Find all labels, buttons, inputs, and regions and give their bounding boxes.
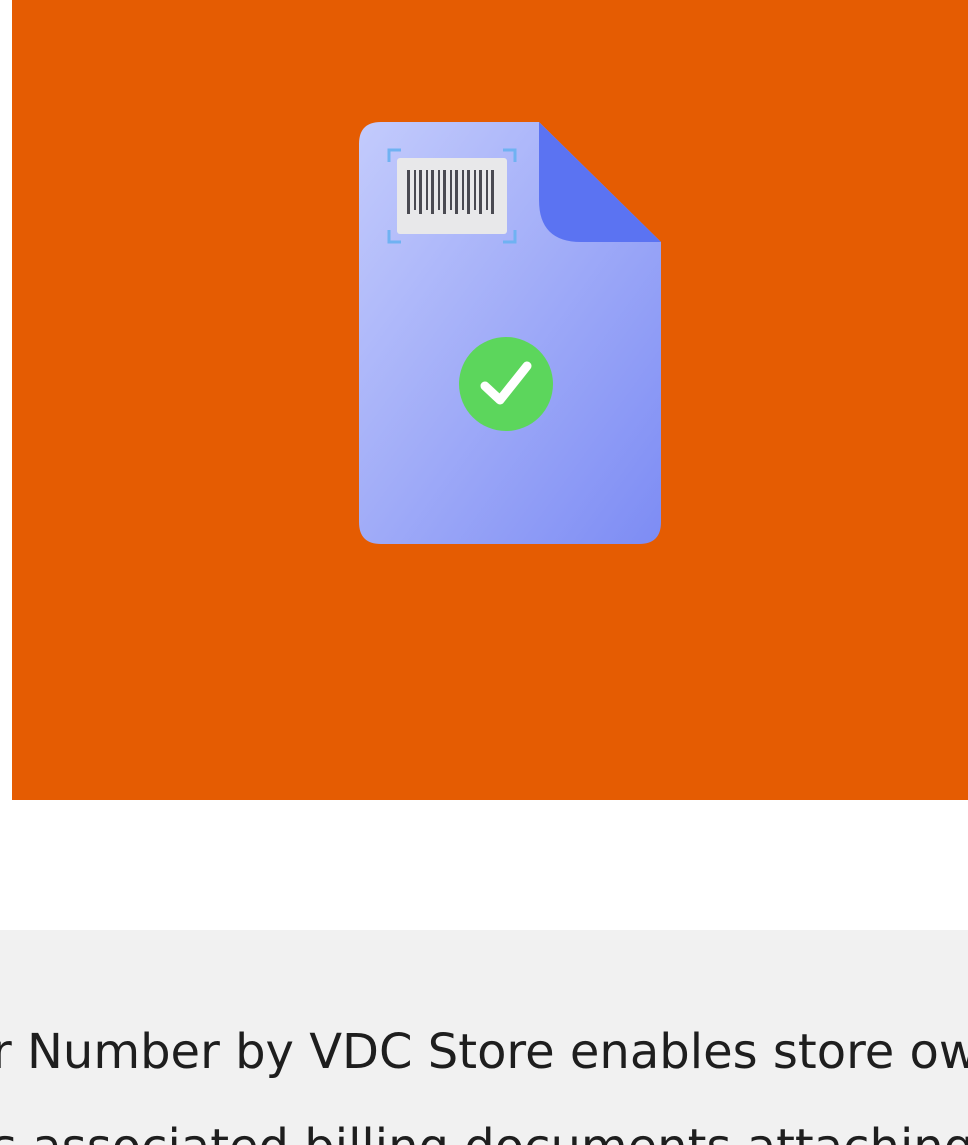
description-line-2: s associated billing documents attaching… [0, 1117, 968, 1145]
description-section: r Number by VDC Store enables store owne… [0, 930, 968, 1145]
barcode-icon [407, 170, 494, 214]
hero-banner [12, 0, 968, 800]
document-fold [539, 122, 661, 242]
document-barcode-check-icon [359, 122, 661, 544]
check-badge [459, 337, 553, 431]
description-line-1: r Number by VDC Store enables store owne [0, 1024, 968, 1080]
